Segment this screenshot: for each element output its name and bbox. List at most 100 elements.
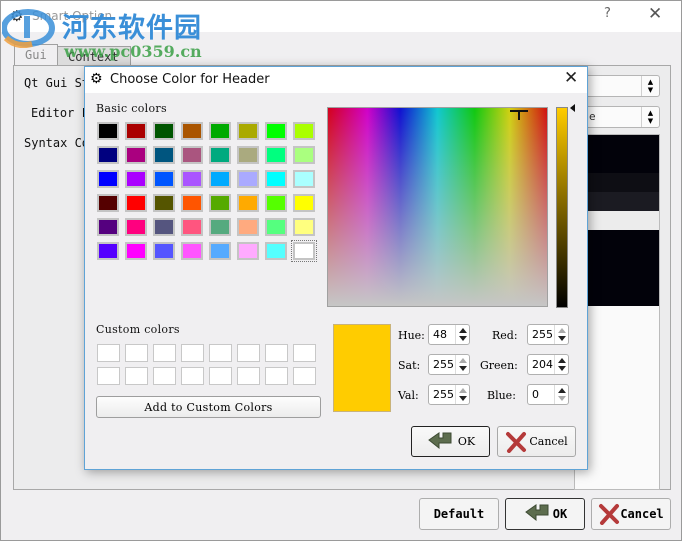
custom-color-swatch[interactable] bbox=[209, 367, 232, 385]
basic-color-swatch[interactable] bbox=[181, 170, 203, 188]
custom-color-swatch[interactable] bbox=[125, 344, 148, 362]
dialog-cancel-button[interactable]: Cancel bbox=[497, 426, 576, 457]
custom-color-swatch[interactable] bbox=[153, 344, 176, 362]
basic-color-swatch[interactable] bbox=[293, 146, 315, 164]
basic-color-swatch[interactable] bbox=[237, 218, 259, 236]
basic-color-swatch[interactable] bbox=[209, 146, 231, 164]
main-ok-button[interactable]: OK bbox=[505, 498, 585, 530]
red-up-icon[interactable] bbox=[558, 328, 566, 333]
basic-color-swatch[interactable] bbox=[293, 170, 315, 188]
basic-color-swatch[interactable] bbox=[237, 242, 259, 260]
basic-color-swatch[interactable] bbox=[125, 242, 147, 260]
red-down-icon[interactable] bbox=[558, 336, 566, 341]
sat-value: 255 bbox=[433, 358, 454, 371]
basic-color-swatch[interactable] bbox=[293, 122, 315, 140]
custom-color-swatch[interactable] bbox=[293, 367, 316, 385]
custom-color-swatch[interactable] bbox=[265, 367, 288, 385]
value-slider-handle-icon[interactable] bbox=[570, 104, 575, 112]
red-spinbox[interactable]: 255 bbox=[527, 324, 569, 345]
basic-color-swatch[interactable] bbox=[265, 170, 287, 188]
basic-color-swatch[interactable] bbox=[265, 122, 287, 140]
basic-color-swatch[interactable] bbox=[153, 170, 175, 188]
custom-color-swatch[interactable] bbox=[237, 367, 260, 385]
dialog-close-button[interactable]: ✕ bbox=[564, 68, 578, 88]
red-label: Red: bbox=[492, 329, 518, 342]
basic-color-swatch[interactable] bbox=[209, 242, 231, 260]
basic-color-swatch[interactable] bbox=[265, 218, 287, 236]
val-value: 255 bbox=[433, 388, 454, 401]
main-cancel-button[interactable]: Cancel bbox=[591, 498, 671, 530]
main-close-button[interactable]: ✕ bbox=[648, 4, 662, 24]
custom-color-swatch[interactable] bbox=[125, 367, 148, 385]
basic-color-swatch[interactable] bbox=[97, 218, 119, 236]
blue-up-icon[interactable] bbox=[558, 388, 566, 393]
custom-color-swatch[interactable] bbox=[153, 367, 176, 385]
basic-color-swatch[interactable] bbox=[209, 194, 231, 212]
basic-color-swatch[interactable] bbox=[153, 122, 175, 140]
green-up-icon[interactable] bbox=[558, 358, 566, 363]
basic-color-swatch[interactable] bbox=[125, 194, 147, 212]
basic-color-swatch[interactable] bbox=[237, 122, 259, 140]
hue-spinbox[interactable]: 48 bbox=[428, 324, 470, 345]
basic-color-swatch[interactable] bbox=[97, 122, 119, 140]
custom-color-swatch[interactable] bbox=[97, 344, 120, 362]
hue-down-icon[interactable] bbox=[459, 336, 467, 341]
basic-color-swatch[interactable] bbox=[237, 170, 259, 188]
basic-color-swatch[interactable] bbox=[97, 242, 119, 260]
basic-color-swatch[interactable] bbox=[181, 218, 203, 236]
main-cancel-label: Cancel bbox=[620, 507, 664, 521]
basic-color-swatch[interactable] bbox=[181, 122, 203, 140]
green-down-icon[interactable] bbox=[558, 366, 566, 371]
sat-up-icon[interactable] bbox=[459, 358, 467, 363]
hue-saturation-picker[interactable] bbox=[327, 107, 548, 307]
main-ok-label: OK bbox=[552, 507, 568, 521]
basic-color-swatch[interactable] bbox=[181, 242, 203, 260]
basic-color-swatch[interactable] bbox=[97, 170, 119, 188]
value-slider[interactable] bbox=[556, 107, 568, 308]
custom-color-swatch[interactable] bbox=[181, 367, 204, 385]
basic-color-swatch[interactable] bbox=[237, 146, 259, 164]
basic-color-swatch[interactable] bbox=[153, 218, 175, 236]
val-up-icon[interactable] bbox=[459, 388, 467, 393]
basic-color-swatch[interactable] bbox=[265, 146, 287, 164]
custom-color-swatch[interactable] bbox=[209, 344, 232, 362]
basic-color-swatch[interactable] bbox=[293, 194, 315, 212]
basic-color-swatch[interactable] bbox=[125, 170, 147, 188]
basic-color-swatch[interactable] bbox=[291, 240, 317, 262]
blue-spinbox[interactable]: 0 bbox=[527, 384, 569, 405]
custom-color-swatch[interactable] bbox=[265, 344, 288, 362]
basic-color-swatch[interactable] bbox=[265, 242, 287, 260]
hue-up-icon[interactable] bbox=[459, 328, 467, 333]
basic-color-swatch[interactable] bbox=[209, 218, 231, 236]
basic-color-swatch[interactable] bbox=[181, 146, 203, 164]
help-button[interactable]: ? bbox=[604, 6, 611, 21]
sat-spinbox[interactable]: 255 bbox=[428, 354, 470, 375]
custom-color-swatch[interactable] bbox=[181, 344, 204, 362]
custom-color-swatch[interactable] bbox=[293, 344, 316, 362]
basic-color-swatch[interactable] bbox=[265, 194, 287, 212]
basic-color-swatch[interactable] bbox=[125, 122, 147, 140]
green-spinbox[interactable]: 204 bbox=[527, 354, 569, 375]
basic-color-swatch[interactable] bbox=[153, 242, 175, 260]
custom-color-swatch[interactable] bbox=[237, 344, 260, 362]
basic-color-swatch[interactable] bbox=[125, 146, 147, 164]
basic-color-swatch[interactable] bbox=[153, 194, 175, 212]
basic-color-swatch[interactable] bbox=[237, 194, 259, 212]
val-spinbox[interactable]: 255 bbox=[428, 384, 470, 405]
basic-color-swatch[interactable] bbox=[97, 146, 119, 164]
default-button[interactable]: Default bbox=[419, 498, 499, 530]
basic-color-swatch[interactable] bbox=[181, 194, 203, 212]
basic-color-swatch[interactable] bbox=[209, 122, 231, 140]
basic-color-swatch[interactable] bbox=[293, 218, 315, 236]
val-down-icon[interactable] bbox=[459, 396, 467, 401]
blue-down-icon[interactable] bbox=[558, 396, 566, 401]
basic-color-swatch[interactable] bbox=[209, 170, 231, 188]
basic-color-swatch[interactable] bbox=[153, 146, 175, 164]
add-to-custom-colors-button[interactable]: Add to Custom Colors bbox=[96, 396, 321, 418]
custom-color-swatch[interactable] bbox=[97, 367, 120, 385]
custom-colors-grid bbox=[97, 344, 316, 385]
sat-down-icon[interactable] bbox=[459, 366, 467, 371]
basic-color-swatch[interactable] bbox=[97, 194, 119, 212]
dialog-ok-button[interactable]: OK bbox=[411, 426, 490, 457]
basic-color-swatch[interactable] bbox=[125, 218, 147, 236]
